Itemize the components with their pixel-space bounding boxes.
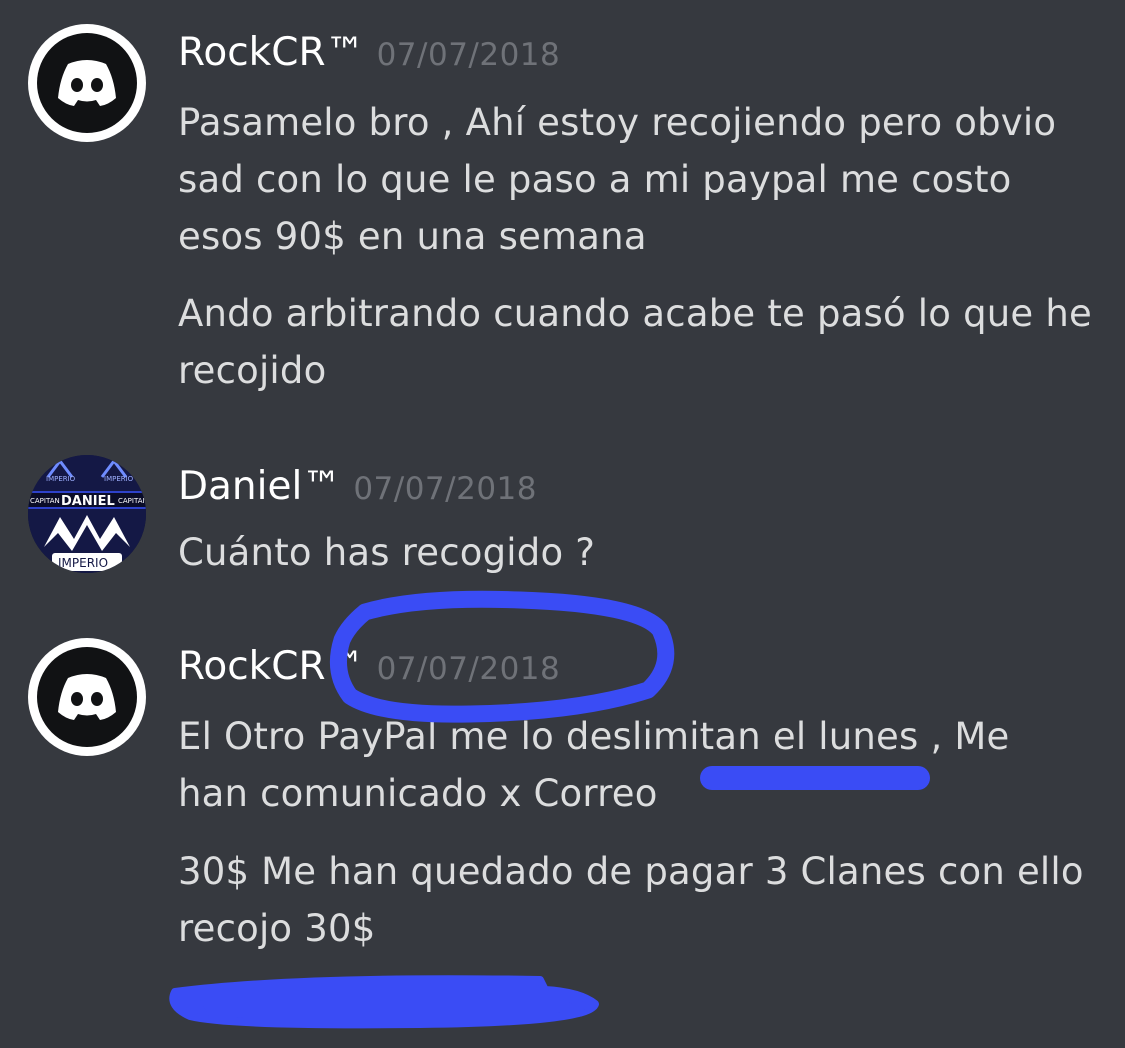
timestamp: 07/07/2018: [376, 37, 561, 73]
avatar-text-top-right: IMPERIO: [104, 475, 134, 483]
message-text: Cuánto has recogido ?: [178, 531, 596, 574]
imperio-clan-logo-icon: IMPERIO IMPERIO CAPITAN DANIEL CAPITAN I…: [28, 455, 146, 573]
message-text: recojido: [178, 349, 327, 392]
discord-logo-icon: [58, 60, 116, 106]
message-author[interactable]: RockCR™ 07/07/2018: [178, 644, 560, 692]
message-text: 30$ Me han quedado de pagar 3 Clanes con…: [178, 850, 1084, 893]
avatar-text-top-left: IMPERIO: [46, 475, 76, 483]
message-author[interactable]: RockCR™ 07/07/2018: [178, 30, 560, 78]
timestamp: 07/07/2018: [376, 651, 561, 687]
avatar-text-left: CAPITAN: [30, 497, 60, 505]
message-text: han comunicado x Correo: [178, 772, 658, 815]
message-text: El Otro PayPal me lo deslimitan el lunes…: [178, 715, 1010, 758]
timestamp: 07/07/2018: [353, 471, 537, 507]
message-text: recojo 30$: [178, 907, 376, 950]
message-text: sad con lo que le paso a mi paypal me co…: [178, 158, 1012, 201]
avatar[interactable]: IMPERIO IMPERIO CAPITAN DANIEL CAPITAN I…: [28, 455, 146, 573]
avatar-text-name: DANIEL: [61, 494, 115, 509]
message-text: esos 90$ en una semana: [178, 215, 647, 258]
avatar-text-right: CAPITAN: [118, 497, 146, 505]
username[interactable]: RockCR™: [178, 30, 365, 75]
avatar[interactable]: [28, 638, 146, 756]
discord-logo-icon: [58, 674, 116, 720]
username[interactable]: RockCR™: [178, 644, 365, 689]
message-text: Ando arbitrando cuando acabe te pasó lo …: [178, 292, 1092, 335]
message-text: Pasamelo bro , Ahí estoy recojiendo pero…: [178, 101, 1057, 144]
avatar[interactable]: [28, 24, 146, 142]
message-author[interactable]: Daniel™ 07/07/2018: [178, 464, 537, 512]
redaction-scribble: [169, 975, 599, 1029]
avatar-text-bottom: IMPERIO: [58, 556, 108, 570]
username[interactable]: Daniel™: [178, 464, 341, 509]
